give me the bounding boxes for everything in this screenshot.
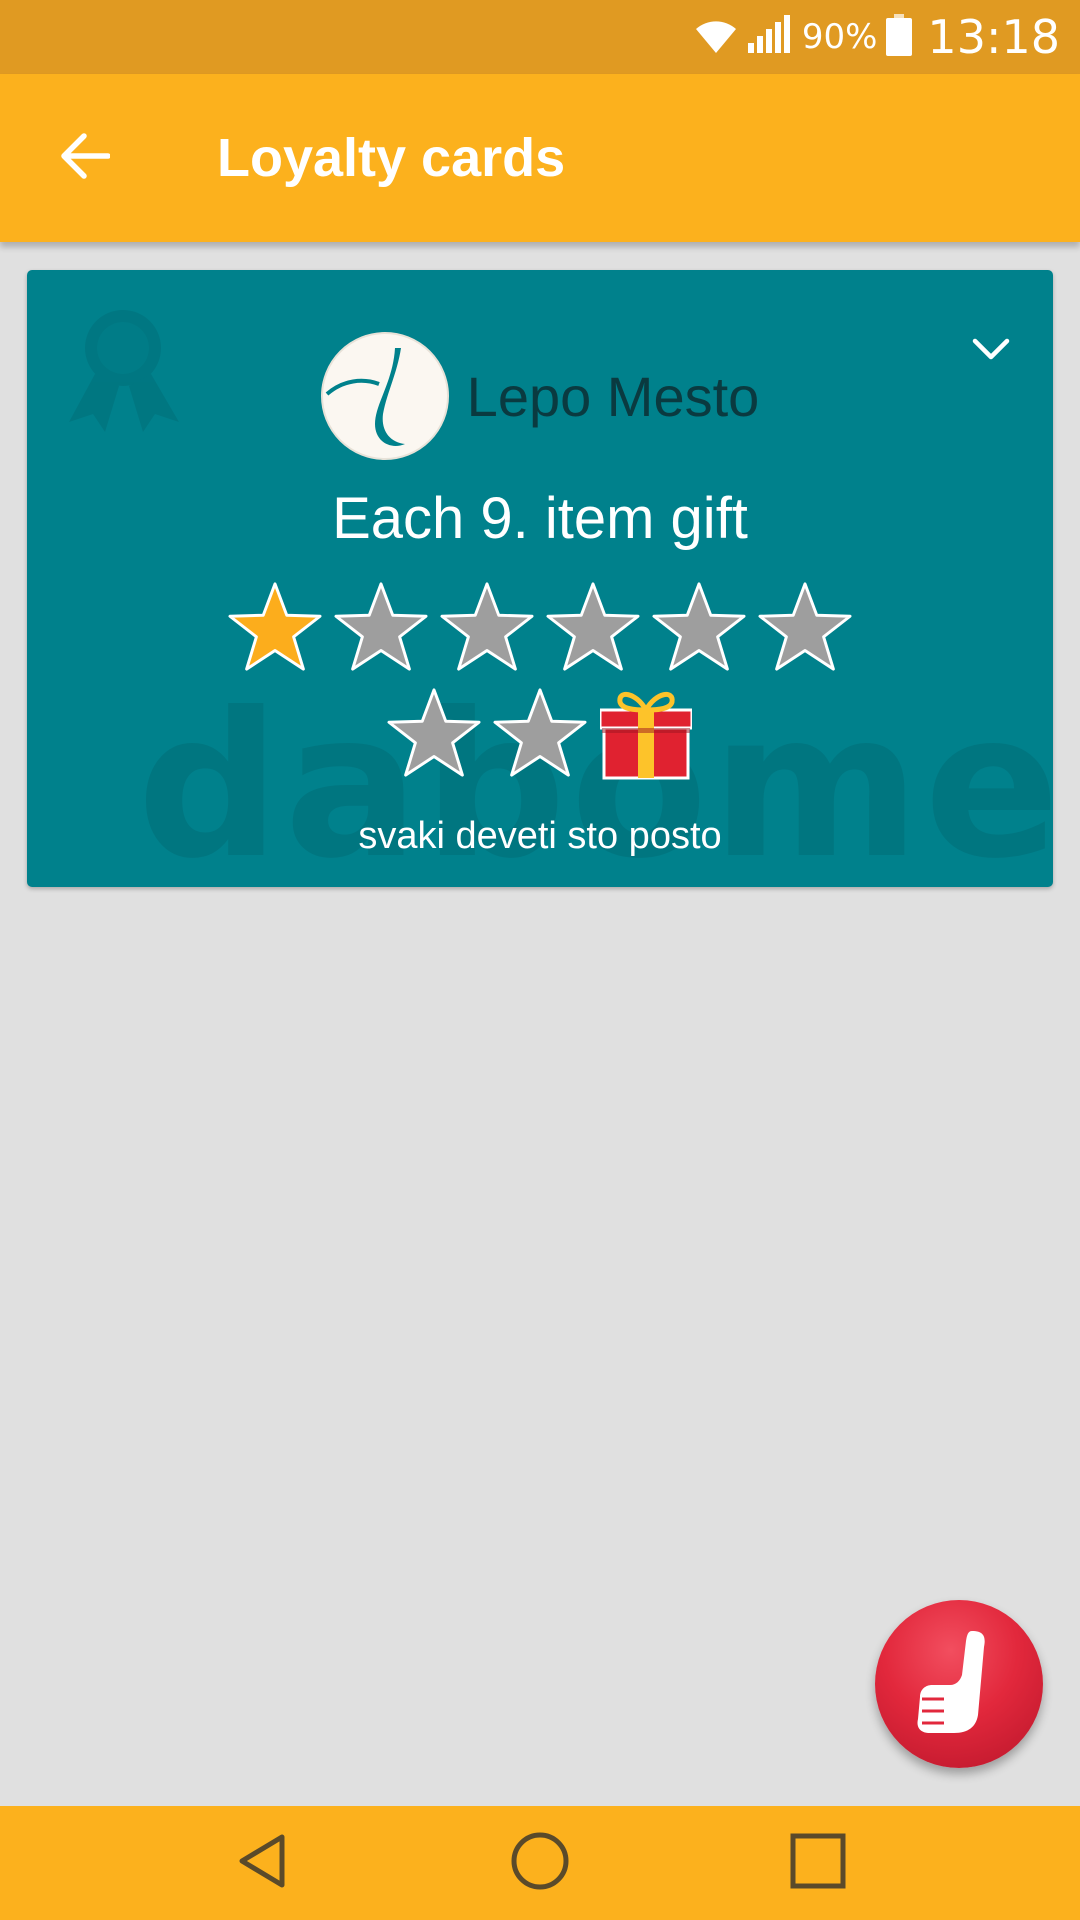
nav-recents-button[interactable] [778, 1826, 858, 1900]
star-empty-icon [438, 580, 536, 674]
home-circle-icon [509, 1830, 571, 1897]
merchant-name: Lepo Mesto [466, 364, 760, 428]
battery-percent: 90% [801, 17, 878, 57]
nav-home-button[interactable] [500, 1826, 580, 1900]
offer-title: Each 9. item gift [332, 486, 748, 551]
status-time: 13:18 [927, 10, 1060, 64]
status-bar: 90% 13:18 [0, 0, 1080, 74]
stamp-progress [27, 580, 1053, 780]
star-empty-icon [385, 686, 483, 780]
gift-icon [597, 686, 695, 780]
dabome-fab-button[interactable] [875, 1600, 1043, 1768]
offer-description: svaki deveti sto posto [358, 815, 722, 857]
star-empty-icon [650, 580, 748, 674]
back-triangle-icon [232, 1831, 292, 1896]
loyalty-card[interactable]: dabome Lepo Mesto Each 9. item gift svak… [27, 270, 1053, 887]
system-navigation-bar [0, 1806, 1080, 1920]
dabome-hand-icon [914, 1627, 1004, 1742]
wifi-icon [692, 15, 740, 60]
app-bar: Loyalty cards [0, 74, 1080, 242]
stamp-row-top [27, 580, 1053, 674]
back-button[interactable] [40, 118, 128, 198]
recents-square-icon [788, 1831, 848, 1896]
star-empty-icon [332, 580, 430, 674]
page-title: Loyalty cards [217, 128, 566, 188]
star-empty-icon [544, 580, 642, 674]
nav-back-button[interactable] [222, 1826, 302, 1900]
star-empty-icon [491, 686, 589, 780]
battery-icon [885, 13, 913, 61]
signal-icon [746, 14, 792, 60]
arrow-back-icon [58, 132, 111, 185]
star-filled-icon [226, 580, 324, 674]
stamp-row-bottom [27, 686, 1053, 780]
merchant-header: Lepo Mesto [27, 332, 1053, 460]
merchant-logo [320, 332, 449, 460]
status-indicators: 90% 13:18 [692, 0, 1060, 74]
star-empty-icon [756, 580, 854, 674]
